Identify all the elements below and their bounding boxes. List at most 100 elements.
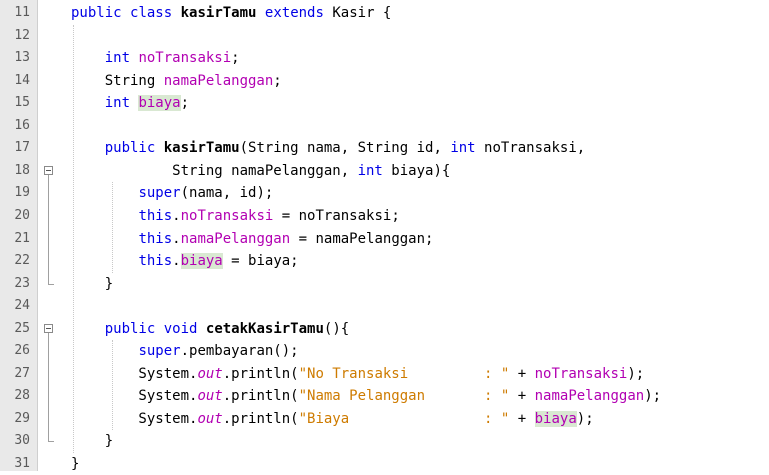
code-token: biaya xyxy=(138,95,181,112)
fold-end-marker xyxy=(48,441,54,443)
code-token: = namaPelanggan; xyxy=(290,230,434,247)
code-line[interactable]: 12 xyxy=(0,25,769,47)
code-token: biaya xyxy=(180,253,223,270)
code-token: biaya){ xyxy=(382,162,451,179)
code-token: cetakKasirTamu xyxy=(205,320,324,337)
code-text[interactable]: public class kasirTamu extends Kasir { xyxy=(71,2,391,24)
code-token: (String nama, String id, xyxy=(239,140,451,157)
code-text[interactable]: this.noTransaksi = noTransaksi; xyxy=(71,205,400,227)
line-number: 21 xyxy=(14,230,30,246)
code-token: + xyxy=(509,388,535,405)
code-line[interactable]: 14 String namaPelanggan; xyxy=(0,70,769,92)
code-line[interactable]: 18 String namaPelanggan, int biaya){ xyxy=(0,160,769,182)
code-token: public xyxy=(104,140,156,157)
code-text[interactable]: System.out.println("Nama Pelanggan : " +… xyxy=(71,385,661,407)
code-line[interactable]: 26 super.pembayaran(); xyxy=(0,340,769,362)
code-text[interactable]: String namaPelanggan; xyxy=(71,70,282,92)
code-token: ; xyxy=(231,50,240,67)
code-token: ); xyxy=(644,388,662,405)
code-text[interactable]: super(nama, id); xyxy=(71,182,273,204)
code-token: kasirTamu xyxy=(163,140,240,157)
code-token: super xyxy=(138,185,181,202)
line-number: 27 xyxy=(14,365,30,381)
fold-collapse-icon[interactable] xyxy=(44,165,53,175)
code-token: = noTransaksi; xyxy=(273,207,400,224)
code-token: int xyxy=(104,95,131,112)
code-token: "Biaya : " xyxy=(298,410,510,427)
code-token: out xyxy=(197,410,223,427)
code-line[interactable]: 20 this.noTransaksi = noTransaksi; xyxy=(0,205,769,227)
code-text[interactable]: int noTransaksi; xyxy=(71,47,240,69)
code-token: this xyxy=(138,207,173,224)
code-line[interactable]: 17 public kasirTamu(String nama, String … xyxy=(0,137,769,159)
code-token: "No Transaksi : " xyxy=(298,365,510,382)
code-text[interactable]: } xyxy=(71,430,113,452)
code-line[interactable]: 27 System.out.println("No Transaksi : " … xyxy=(0,363,769,385)
line-number: 18 xyxy=(14,162,30,178)
code-text[interactable]: int biaya; xyxy=(71,92,189,114)
code-line[interactable]: 16 xyxy=(0,115,769,137)
code-token: = biaya; xyxy=(222,253,299,270)
code-line[interactable]: 25 public void cetakKasirTamu(){ xyxy=(0,318,769,340)
code-line[interactable]: 11 public class kasirTamu extends Kasir { xyxy=(0,2,769,24)
line-number: 23 xyxy=(14,275,30,291)
code-text[interactable]: String namaPelanggan, int biaya){ xyxy=(71,160,450,182)
code-token: .pembayaran(); xyxy=(180,343,299,360)
code-token: namaPelanggan xyxy=(180,230,291,247)
code-text[interactable]: this.namaPelanggan = namaPelanggan; xyxy=(71,228,433,250)
code-token: noTransaksi xyxy=(138,50,232,67)
code-token: class xyxy=(130,5,173,21)
line-number: 15 xyxy=(14,95,30,111)
code-line[interactable]: 15 int biaya; xyxy=(0,92,769,114)
code-line[interactable]: 21 this.namaPelanggan = namaPelanggan; xyxy=(0,228,769,250)
code-token: out xyxy=(197,388,223,405)
code-line[interactable]: 23 } xyxy=(0,273,769,295)
code-token: } xyxy=(71,275,114,292)
code-token: .println( xyxy=(222,388,299,405)
code-text[interactable]: } xyxy=(71,453,79,475)
code-token: int xyxy=(357,162,383,179)
code-editor[interactable]: 11 public class kasirTamu extends Kasir {… xyxy=(0,0,769,472)
code-line[interactable]: 22 this.biaya = biaya; xyxy=(0,250,769,272)
code-token: String namaPelanggan, xyxy=(71,162,358,179)
code-token: + xyxy=(509,410,535,427)
indent-guide xyxy=(112,182,113,273)
code-token: void xyxy=(163,320,198,337)
code-line[interactable]: 31} xyxy=(0,453,769,475)
code-text[interactable]: System.out.println("No Transaksi : " + n… xyxy=(71,363,644,385)
code-line[interactable]: 24 xyxy=(0,295,769,317)
code-line[interactable]: 30 } xyxy=(0,430,769,452)
code-line[interactable]: 19 super(nama, id); xyxy=(0,182,769,204)
code-token: public xyxy=(104,320,156,337)
code-text[interactable]: public void cetakKasirTamu(){ xyxy=(71,318,349,340)
code-text[interactable]: System.out.println("Biaya : " + biaya); xyxy=(71,408,594,430)
fold-collapse-icon[interactable] xyxy=(44,323,53,333)
code-line[interactable]: 13 int noTransaksi; xyxy=(0,47,769,69)
indent-guide xyxy=(112,340,113,431)
code-line[interactable]: 29 System.out.println("Biaya : " + biaya… xyxy=(0,408,769,430)
code-token: ; xyxy=(180,95,190,112)
line-number: 19 xyxy=(14,185,30,201)
line-number: 22 xyxy=(14,253,30,269)
line-number: 28 xyxy=(14,388,30,404)
code-token: .println( xyxy=(222,365,299,382)
code-text[interactable]: } xyxy=(71,273,113,295)
code-text[interactable]: public kasirTamu(String nama, String id,… xyxy=(71,137,585,159)
code-line[interactable]: 28 System.out.println("Nama Pelanggan : … xyxy=(0,385,769,407)
code-token: System. xyxy=(71,365,198,382)
code-text[interactable]: super.pembayaran(); xyxy=(71,340,299,362)
code-text[interactable]: this.biaya = biaya; xyxy=(71,250,299,272)
line-number: 14 xyxy=(14,72,30,88)
code-token: System. xyxy=(71,410,198,427)
code-token: ); xyxy=(576,410,594,427)
code-token: noTransaksi xyxy=(534,365,628,382)
